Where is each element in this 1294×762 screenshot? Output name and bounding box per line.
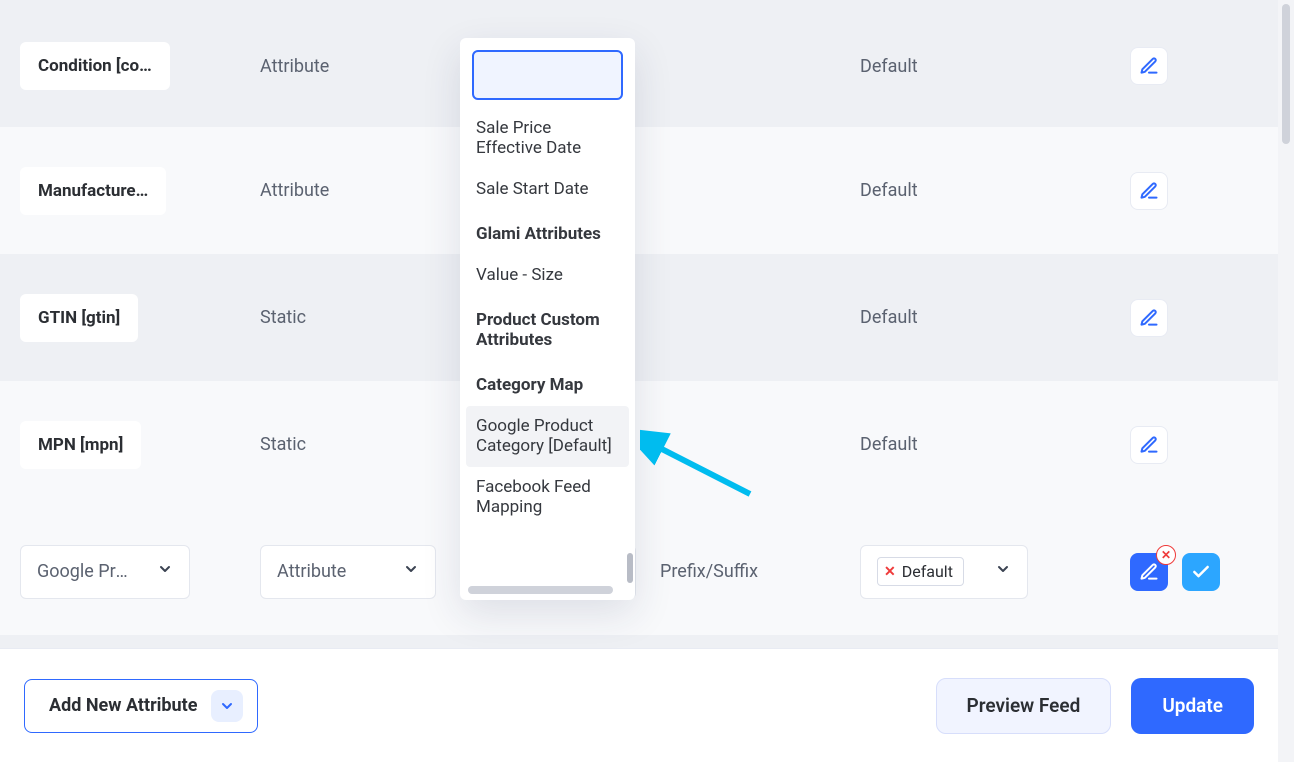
add-new-attribute-button[interactable]: Add New Attribute: [24, 679, 258, 733]
chevron-down-icon: [157, 561, 173, 582]
type-select[interactable]: Attribute: [260, 545, 436, 599]
add-attribute-label: Add New Attribute: [49, 695, 197, 716]
type-cell: Static: [260, 307, 306, 328]
type-cell: Static: [260, 434, 306, 455]
attribute-row: GTIN [gtin] Static Default: [0, 254, 1278, 381]
dropdown-item-label: Sale Price Effective Date: [476, 118, 581, 158]
pencil-icon: [1139, 56, 1159, 76]
output-cell: Default: [860, 307, 918, 328]
attribute-row: MPN [mpn] Static Default: [0, 381, 1278, 508]
field-tag: GTIN [gtin]: [20, 294, 138, 342]
chevron-down-icon: [403, 561, 419, 582]
output-select[interactable]: ✕ Default: [860, 545, 1028, 599]
dropdown-item[interactable]: Value - Size: [466, 255, 629, 296]
attribute-dropdown: Sale Price Effective Date Sale Start Dat…: [460, 38, 635, 600]
type-select-label: Attribute: [277, 561, 346, 582]
output-tag[interactable]: ✕ Default: [877, 557, 964, 586]
chevron-down-icon: [995, 561, 1011, 582]
output-cell: Default: [860, 56, 918, 77]
dropdown-item-label: Facebook Feed Mapping: [476, 477, 591, 517]
field-tag-label: Manufacture…: [38, 181, 148, 201]
attribute-row: Manufacture… Attribute Default: [0, 127, 1278, 254]
field-tag-label: MPN [mpn]: [38, 435, 123, 455]
field-tag: Condition [co…: [20, 42, 170, 90]
attribute-row-editable: Google Pro… Attribute Please Sele…: [0, 508, 1278, 635]
edit-button-active[interactable]: ✕: [1130, 553, 1168, 591]
footer-bar: Add New Attribute Preview Feed Update: [0, 648, 1278, 762]
field-select-label: Google Pro…: [37, 561, 132, 582]
dropdown-group-label: Product Custom Attributes: [476, 310, 600, 350]
field-tag-label: GTIN [gtin]: [38, 308, 120, 328]
type-cell: Attribute: [260, 56, 329, 77]
confirm-button[interactable]: [1182, 553, 1220, 591]
dropdown-item-label: Google Product Category [Default]: [476, 416, 612, 456]
dropdown-group: Category Map: [466, 361, 629, 406]
close-edit-badge[interactable]: ✕: [1156, 545, 1176, 565]
output-cell: Default: [860, 180, 918, 201]
dropdown-item-label: Value - Size: [476, 265, 563, 285]
preview-feed-label: Preview Feed: [967, 694, 1081, 717]
update-label: Update: [1162, 694, 1223, 717]
prefix-suffix-label: Prefix/Suffix: [660, 561, 758, 582]
field-tag: Manufacture…: [20, 167, 166, 215]
dropdown-group: Product Custom Attributes: [466, 296, 629, 361]
dropdown-item[interactable]: Facebook Feed Mapping: [466, 467, 629, 528]
dropdown-horizontal-scrollbar[interactable]: [468, 586, 613, 594]
remove-tag-icon[interactable]: ✕: [884, 564, 896, 580]
pencil-icon: [1139, 308, 1159, 328]
dropdown-item-highlighted[interactable]: Google Product Category [Default]: [466, 406, 629, 467]
attribute-row: Condition [co… Attribute Default: [0, 0, 1278, 127]
chevron-down-icon: [211, 690, 243, 722]
output-cell: Default: [860, 434, 918, 455]
pencil-icon: [1139, 435, 1159, 455]
edit-button[interactable]: [1130, 426, 1168, 464]
type-cell: Attribute: [260, 180, 329, 201]
dropdown-group-label: Glami Attributes: [476, 224, 601, 244]
edit-button[interactable]: [1130, 172, 1168, 210]
dropdown-item[interactable]: Sale Price Effective Date: [466, 108, 629, 169]
page-scrollbar[interactable]: [1278, 0, 1294, 762]
field-tag-label: Condition [co…: [38, 56, 152, 76]
check-icon: [1191, 562, 1211, 582]
pencil-icon: [1139, 181, 1159, 201]
dropdown-group: Glami Attributes: [466, 210, 629, 255]
dropdown-item[interactable]: Sale Start Date: [466, 169, 629, 210]
dropdown-scrollbar[interactable]: [627, 553, 633, 583]
output-tag-label: Default: [902, 562, 953, 581]
dropdown-item-label: Sale Start Date: [476, 179, 589, 199]
pencil-icon: [1139, 562, 1159, 582]
field-select[interactable]: Google Pro…: [20, 545, 190, 599]
update-button[interactable]: Update: [1131, 678, 1254, 734]
edit-button[interactable]: [1130, 299, 1168, 337]
dropdown-list: Sale Price Effective Date Sale Start Dat…: [460, 108, 635, 600]
field-tag: MPN [mpn]: [20, 421, 141, 469]
edit-button[interactable]: [1130, 47, 1168, 85]
dropdown-group-label: Category Map: [476, 375, 583, 395]
preview-feed-button[interactable]: Preview Feed: [936, 678, 1112, 734]
dropdown-search-input[interactable]: [472, 50, 623, 100]
